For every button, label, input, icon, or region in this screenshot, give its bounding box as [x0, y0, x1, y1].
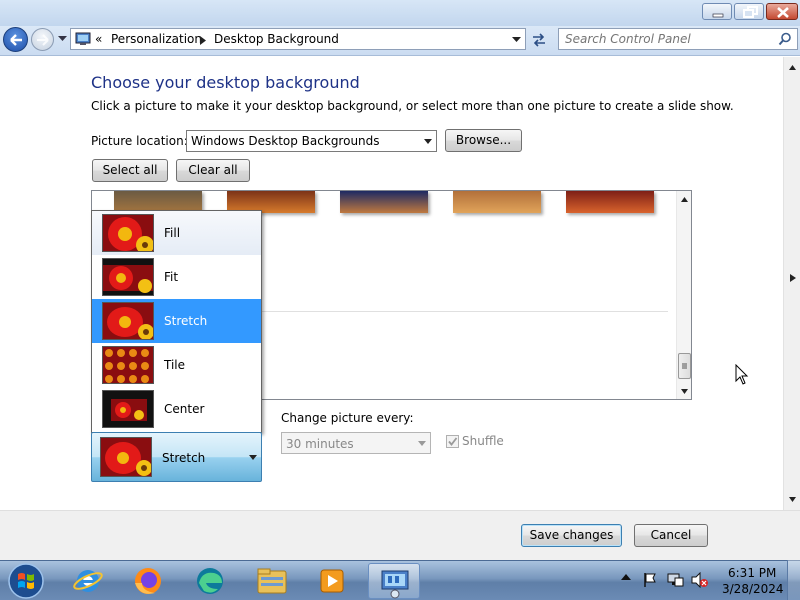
save-changes-button[interactable]: Save changes — [521, 524, 622, 547]
arrow-left-icon — [10, 34, 22, 46]
media-player-icon — [320, 569, 344, 593]
chevron-down-icon — [418, 441, 426, 446]
breadcrumb-personalization[interactable]: Personalization — [111, 32, 202, 46]
picture-position-list[interactable]: Fill Fit Stretch Tile Center — [91, 210, 262, 433]
gallery-divider — [262, 311, 668, 312]
position-option-label: Stretch — [164, 314, 208, 328]
firefox-icon — [135, 568, 161, 594]
gallery-scroll-thumb[interactable] — [678, 353, 691, 379]
picture-location-value: Windows Desktop Backgrounds — [191, 134, 380, 148]
stretch-preview-icon — [102, 302, 154, 340]
volume-muted-icon[interactable] — [691, 572, 709, 588]
select-all-button[interactable]: Select all — [92, 159, 168, 182]
page-title: Choose your desktop background — [91, 73, 360, 92]
gallery-wallpaper-4[interactable] — [453, 191, 541, 213]
fill-preview-icon — [102, 214, 154, 252]
clock-date[interactable]: 3/28/2024 — [722, 582, 784, 596]
address-history-dropdown-icon[interactable] — [512, 37, 521, 43]
picture-location-select[interactable]: Windows Desktop Backgrounds — [186, 130, 437, 152]
restore-icon — [743, 6, 758, 18]
scroll-grip-icon — [682, 363, 687, 369]
scroll-down-icon[interactable] — [789, 497, 796, 502]
search-input[interactable] — [565, 30, 775, 48]
position-option-tile[interactable]: Tile — [92, 343, 261, 387]
clear-all-button[interactable]: Clear all — [176, 159, 250, 182]
breadcrumb-desktop-background[interactable]: Desktop Background — [214, 32, 339, 46]
chevron-down-icon — [424, 139, 432, 144]
position-option-label: Fill — [164, 226, 181, 240]
cancel-button[interactable]: Cancel — [634, 524, 708, 547]
breadcrumb-separator-icon[interactable] — [200, 36, 206, 45]
refresh-icon[interactable] — [528, 30, 550, 50]
action-center-flag-icon[interactable] — [643, 572, 657, 588]
taskbar-firefox[interactable] — [122, 563, 174, 599]
search-icon[interactable] — [778, 32, 792, 46]
network-icon[interactable] — [667, 572, 685, 588]
position-option-fit[interactable]: Fit — [92, 255, 261, 299]
picture-location-label: Picture location: — [91, 134, 188, 148]
show-desktop-button[interactable] — [787, 560, 800, 600]
internet-explorer-icon — [73, 570, 103, 592]
restore-button[interactable] — [734, 3, 764, 20]
title-bar — [0, 0, 800, 26]
gallery-wallpaper-3[interactable] — [340, 191, 428, 213]
clock-time[interactable]: 6:31 PM — [728, 566, 776, 580]
close-icon — [777, 7, 789, 18]
show-hidden-icons-chevron-icon[interactable] — [621, 573, 631, 581]
change-picture-label: Change picture every: — [281, 411, 414, 425]
search-box[interactable] — [558, 28, 798, 50]
folder-icon — [257, 568, 287, 594]
change-interval-value: 30 minutes — [286, 437, 354, 451]
edge-icon — [197, 568, 223, 594]
back-button[interactable] — [3, 27, 28, 52]
breadcrumb-overflow[interactable]: « — [95, 32, 102, 46]
scroll-up-icon[interactable] — [681, 197, 688, 202]
close-button[interactable] — [766, 3, 798, 20]
taskbar-internet-explorer[interactable] — [62, 563, 114, 599]
fit-preview-icon — [102, 258, 154, 296]
minimize-icon — [712, 13, 724, 18]
taskbar-control-panel[interactable] — [368, 563, 420, 599]
scroll-thumb-grip-icon[interactable] — [790, 274, 796, 282]
arrow-right-icon — [37, 34, 49, 46]
browse-button[interactable]: Browse... — [445, 129, 522, 152]
navigation-bar: « Personalization Desktop Background — [0, 26, 800, 56]
position-option-label: Tile — [164, 358, 186, 372]
change-interval-select: 30 minutes — [281, 432, 431, 454]
stretch-preview-icon — [100, 437, 152, 477]
center-preview-icon — [102, 390, 154, 428]
position-option-label: Fit — [164, 270, 179, 284]
checkmark-icon — [448, 437, 458, 446]
position-option-stretch[interactable]: Stretch — [92, 299, 261, 343]
minimize-button[interactable] — [702, 3, 732, 20]
page-scrollbar[interactable] — [783, 57, 800, 510]
windows-logo-icon — [8, 563, 44, 599]
control-panel-icon — [381, 570, 409, 599]
forward-button[interactable] — [31, 28, 54, 51]
start-button[interactable] — [6, 562, 46, 600]
tile-preview-icon — [102, 346, 154, 384]
taskbar-edge[interactable] — [184, 563, 236, 599]
position-option-center[interactable]: Center — [92, 387, 261, 431]
position-option-fill[interactable]: Fill — [92, 211, 261, 255]
page-subtitle: Click a picture to make it your desktop … — [91, 99, 734, 113]
scroll-up-icon[interactable] — [789, 65, 796, 70]
checkbox-box — [446, 435, 459, 448]
taskbar-windows-explorer[interactable] — [246, 563, 298, 599]
position-option-label: Center — [164, 402, 205, 416]
address-bar[interactable]: « Personalization Desktop Background — [70, 28, 526, 50]
recent-pages-chevron-icon[interactable] — [58, 36, 67, 42]
picture-position-select[interactable]: Stretch — [91, 432, 262, 482]
picture-position-value: Stretch — [162, 451, 206, 465]
taskbar — [0, 560, 800, 600]
chevron-down-icon — [249, 455, 257, 460]
shuffle-label: Shuffle — [462, 434, 504, 448]
mouse-cursor-icon — [735, 364, 749, 385]
scroll-down-icon[interactable] — [681, 389, 688, 394]
control-panel-icon — [75, 32, 91, 45]
gallery-scrollbar[interactable] — [676, 191, 691, 399]
taskbar-media-player[interactable] — [306, 563, 358, 599]
gallery-wallpaper-5[interactable] — [566, 191, 654, 213]
